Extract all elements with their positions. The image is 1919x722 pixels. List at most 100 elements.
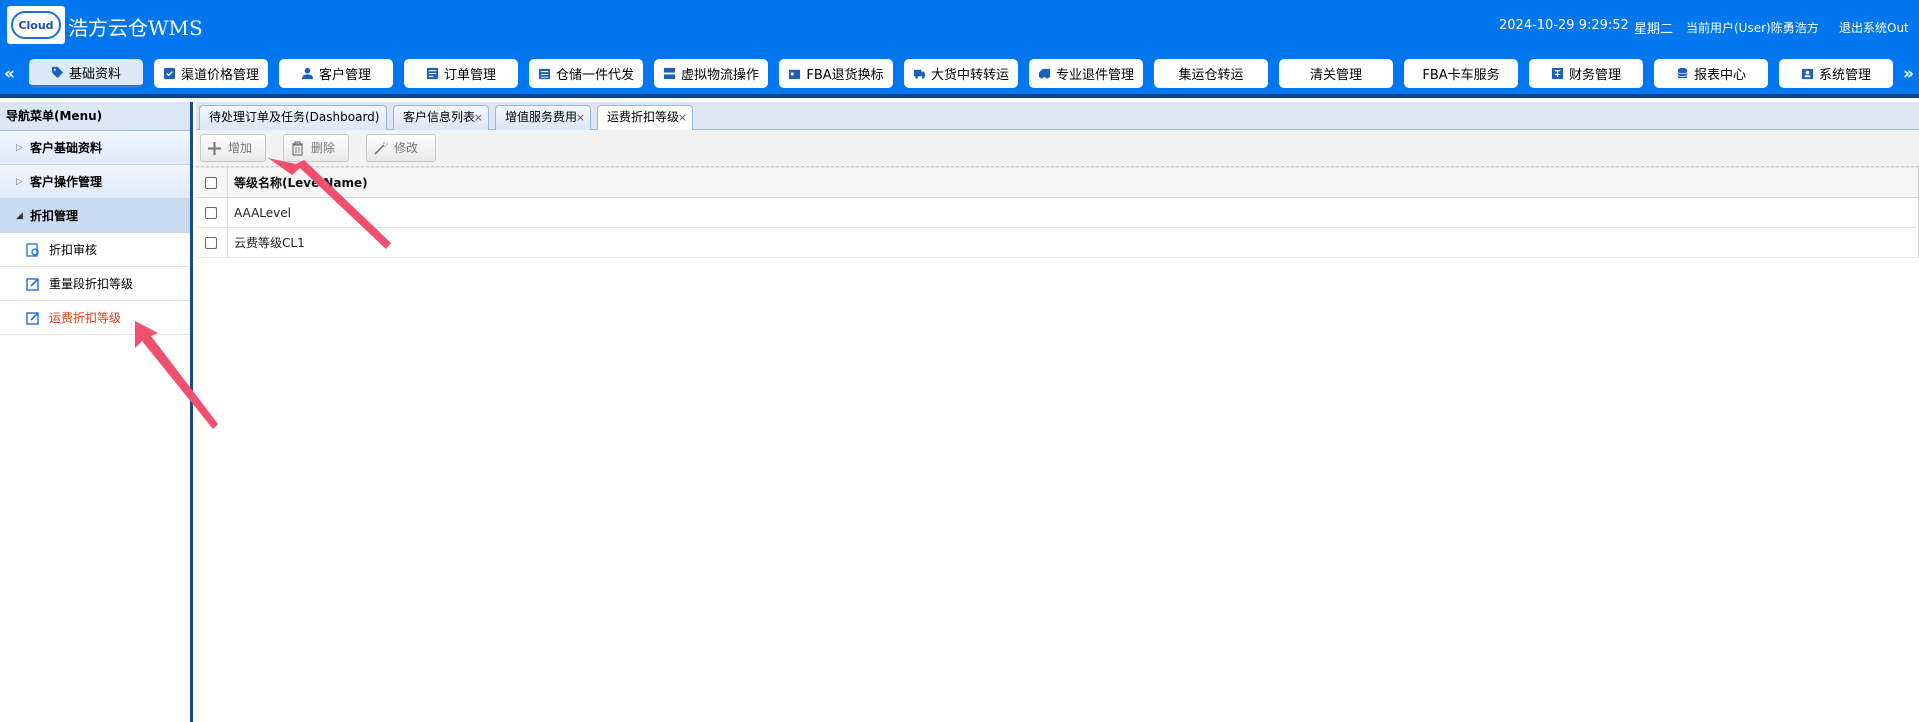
weekday: 星期二 xyxy=(1634,22,1674,37)
add-button[interactable]: 增加 xyxy=(200,134,266,162)
nav-item-customs[interactable]: 清关管理 xyxy=(1279,59,1393,88)
delete-button[interactable]: 删除 xyxy=(283,134,349,162)
column-header-level-name[interactable]: 等级名称(LevelName) xyxy=(234,168,368,199)
nav-item-label: FBA退货换标 xyxy=(806,68,884,83)
table-row[interactable]: 云费等级CL1 xyxy=(196,228,1919,258)
cloud-logo-icon: Cloud xyxy=(11,11,61,39)
nav-item-label: FBA卡车服务 xyxy=(1422,68,1500,83)
triangle-down-icon: ◢ xyxy=(16,211,23,221)
nav-item-label: 订单管理 xyxy=(443,68,496,83)
database-icon xyxy=(1677,67,1688,79)
tab-dashboard[interactable]: 待处理订单及任务(Dashboard) xyxy=(199,105,387,130)
sidebar-group-customer-ops[interactable]: ▷ 客户操作管理 xyxy=(0,165,190,199)
delete-button-label: 删除 xyxy=(311,141,336,155)
warehouse-icon xyxy=(538,68,551,80)
sidebar-item-label: 折扣审核 xyxy=(49,243,98,257)
nav-item-label: 财务管理 xyxy=(1568,68,1621,83)
tab-customer-list[interactable]: 客户信息列表 × xyxy=(393,105,489,130)
close-icon[interactable]: × xyxy=(576,106,585,129)
nav-item-label: 系统管理 xyxy=(1818,68,1871,83)
row-checkbox-cell xyxy=(196,228,228,257)
nav-item-virtual-logistics[interactable]: 虚拟物流操作 xyxy=(654,59,768,88)
nav-item-label: 专业退件管理 xyxy=(1055,68,1134,83)
close-icon[interactable]: × xyxy=(678,106,687,129)
grid-header: 等级名称(LevelName) xyxy=(196,167,1919,198)
nav-item-finance[interactable]: 财务管理 xyxy=(1529,59,1643,88)
nav-item-consolidation[interactable]: 集运仓转运 xyxy=(1154,59,1268,88)
sidebar-group-label: 折扣管理 xyxy=(30,209,79,223)
nav-item-label: 清关管理 xyxy=(1309,68,1362,83)
nav-item-order[interactable]: 订单管理 xyxy=(404,59,518,88)
nav-item-bulk-transfer[interactable]: 大货中转转运 xyxy=(904,59,1018,88)
row-checkbox-cell xyxy=(196,198,228,227)
truck-icon xyxy=(913,69,926,79)
nav-item-reports[interactable]: 报表中心 xyxy=(1654,59,1768,88)
nav-prev-icon[interactable]: « xyxy=(4,64,15,84)
sidebar-item-discount-review[interactable]: 折扣审核 xyxy=(0,233,190,267)
trash-icon xyxy=(292,141,303,156)
nav-item-fba-truck[interactable]: FBA卡车服务 xyxy=(1404,59,1518,88)
order-icon xyxy=(426,67,439,80)
datetime: 2024-10-29 9:29:52 xyxy=(1499,18,1629,33)
nav-item-basic-data[interactable]: 基础资料 xyxy=(29,59,143,88)
tab-label: 待处理订单及任务(Dashboard) xyxy=(209,110,380,124)
nav-item-system[interactable]: 系统管理 xyxy=(1779,59,1893,88)
table-row[interactable]: AAALevel xyxy=(196,198,1919,228)
sidebar-item-label: 运费折扣等级 xyxy=(49,311,122,325)
close-icon[interactable]: × xyxy=(474,106,483,129)
level-name-cell: 云费等级CL1 xyxy=(234,236,305,250)
tab-label: 增值服务费用 xyxy=(505,110,578,124)
sidebar-item-weight-discount[interactable]: 重量段折扣等级 xyxy=(0,267,190,301)
sidebar-group-label: 客户操作管理 xyxy=(30,175,103,189)
tab-bar: 待处理订单及任务(Dashboard) 客户信息列表 × 增值服务费用 × 运费… xyxy=(196,102,1919,131)
edit-button-label: 修改 xyxy=(394,141,419,155)
return-truck-icon xyxy=(1038,68,1051,79)
sidebar: 导航菜单(Menu) ▷ 客户基础资料 ▷ 客户操作管理 ◢ 折扣管理 折扣审核… xyxy=(0,102,193,722)
review-icon xyxy=(26,243,39,257)
app-title: 浩方云仓WMS xyxy=(68,16,203,40)
nav-item-fba-return[interactable]: FBA退货换标 xyxy=(779,59,893,88)
user-icon xyxy=(301,67,314,80)
logout-link[interactable]: 退出系统Out xyxy=(1839,19,1909,36)
nav-item-label: 仓储一件代发 xyxy=(555,68,634,83)
sidebar-group-label: 客户基础资料 xyxy=(30,141,103,155)
nav-item-label: 虚拟物流操作 xyxy=(680,68,759,83)
tab-label: 运费折扣等级 xyxy=(607,110,680,124)
sidebar-title: 导航菜单(Menu) xyxy=(0,102,190,131)
toolbar: 增加 删除 修改 xyxy=(196,130,1919,167)
tag-icon xyxy=(51,66,64,78)
nav-item-customer[interactable]: 客户管理 xyxy=(279,59,393,88)
price-icon xyxy=(163,67,176,80)
level-grid: 等级名称(LevelName) AAALevel 云费等级CL1 xyxy=(196,167,1919,258)
triangle-right-icon: ▷ xyxy=(16,177,23,187)
sidebar-group-discount[interactable]: ◢ 折扣管理 xyxy=(0,199,190,233)
nav-item-warehouse[interactable]: 仓储一件代发 xyxy=(529,59,643,88)
current-user: 当前用户(User)陈勇浩方 xyxy=(1686,21,1819,35)
edit-button[interactable]: 修改 xyxy=(366,134,436,162)
sidebar-group-customer-basic[interactable]: ▷ 客户基础资料 xyxy=(0,131,190,165)
app-header: Cloud 浩方云仓WMS 2024-10-29 9:29:52 星期二 当前用… xyxy=(0,0,1919,50)
finance-icon xyxy=(1551,67,1564,80)
add-button-label: 增加 xyxy=(228,141,253,155)
row-checkbox[interactable] xyxy=(205,207,217,219)
tab-freight-discount[interactable]: 运费折扣等级 × xyxy=(597,105,693,131)
row-checkbox[interactable] xyxy=(205,237,217,249)
return-icon xyxy=(789,69,801,80)
magic-wand-icon xyxy=(374,142,388,155)
sidebar-item-freight-discount[interactable]: 运费折扣等级 xyxy=(0,301,190,335)
sidebar-item-label: 重量段折扣等级 xyxy=(49,277,134,291)
nav-item-return-mgmt[interactable]: 专业退件管理 xyxy=(1029,59,1143,88)
nav-next-icon[interactable]: » xyxy=(1903,64,1914,84)
nav-item-label: 渠道价格管理 xyxy=(180,68,259,83)
edit-icon xyxy=(26,278,39,291)
nav-item-channel-price[interactable]: 渠道价格管理 xyxy=(154,59,268,88)
triangle-right-icon: ▷ xyxy=(16,143,23,153)
tab-label: 客户信息列表 xyxy=(403,110,476,124)
level-name-cell: AAALevel xyxy=(234,206,291,220)
header-checkbox-cell xyxy=(196,168,228,197)
tab-value-added-fees[interactable]: 增值服务费用 × xyxy=(495,105,591,130)
nav-item-label: 基础资料 xyxy=(68,66,121,82)
settings-icon xyxy=(1801,68,1814,80)
select-all-checkbox[interactable] xyxy=(205,177,217,189)
nav-item-label: 集运仓转运 xyxy=(1178,68,1244,83)
